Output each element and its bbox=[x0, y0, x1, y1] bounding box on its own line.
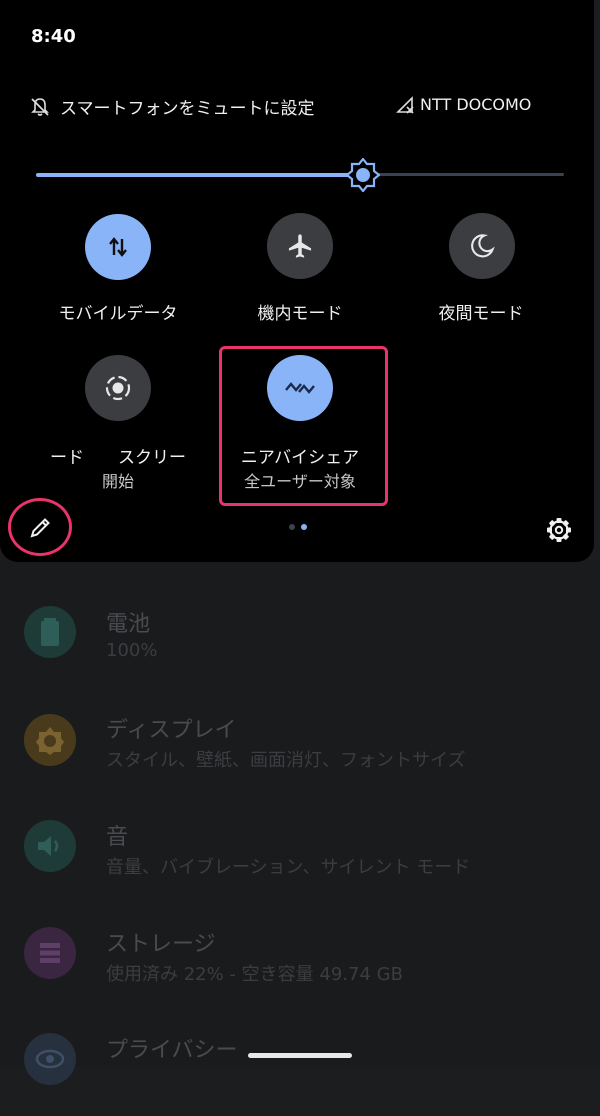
settings-list: 電池 100% ディスプレイ スタイル、壁紙、画面消灯、フォントサイズ 音 音量… bbox=[0, 560, 600, 1085]
settings-item-subtitle: 使用済み 22% - 空き容量 49.74 GB bbox=[106, 964, 403, 985]
sound-icon bbox=[24, 820, 76, 872]
settings-item-storage[interactable]: ストレージ 使用済み 22% - 空き容量 49.74 GB bbox=[0, 910, 600, 1010]
settings-item-title: プライバシー bbox=[106, 1038, 238, 1063]
settings-item-subtitle: 100% bbox=[106, 640, 158, 661]
screen-record-icon[interactable] bbox=[85, 355, 151, 421]
settings-item-subtitle: スタイル、壁紙、画面消灯、フォントサイズ bbox=[106, 750, 466, 771]
settings-item-title: 音 bbox=[106, 825, 129, 850]
mobile-data-icon[interactable] bbox=[85, 214, 151, 280]
highlight-nearby-share bbox=[219, 346, 388, 506]
carrier-info: NTT DOCOMO bbox=[396, 95, 531, 114]
settings-item-title: 電池 bbox=[106, 612, 151, 637]
mute-toggle[interactable]: スマートフォンをミュートに設定 bbox=[30, 94, 315, 119]
brightness-track-fill bbox=[36, 173, 362, 177]
settings-item-subtitle: 音量、バイブレーション、サイレント モード bbox=[106, 857, 471, 878]
tile-sublabel: 開始 bbox=[101, 472, 134, 491]
status-clock: 8:40 bbox=[31, 26, 76, 47]
pencil-icon[interactable] bbox=[27, 515, 53, 541]
mute-label: スマートフォンをミュートに設定 bbox=[60, 99, 315, 119]
signal-icon bbox=[396, 95, 414, 114]
bell-off-icon bbox=[31, 97, 49, 116]
tile-label: モバイルデータ bbox=[58, 304, 178, 324]
storage-icon bbox=[24, 927, 76, 979]
carrier-name: NTT DOCOMO bbox=[420, 95, 532, 114]
settings-item-privacy[interactable]: プライバシー bbox=[0, 1016, 600, 1116]
settings-item-display[interactable]: ディスプレイ スタイル、壁紙、画面消灯、フォントサイズ bbox=[0, 696, 600, 796]
tile-label: ード スクリー bbox=[50, 448, 186, 468]
brightness-track bbox=[362, 173, 564, 176]
settings-item-title: ディスプレイ bbox=[106, 718, 237, 743]
display-icon bbox=[24, 714, 76, 766]
privacy-icon bbox=[24, 1033, 76, 1085]
page-dot bbox=[289, 524, 295, 530]
settings-item-sound[interactable]: 音 音量、バイブレーション、サイレント モード bbox=[0, 803, 600, 903]
page-indicator bbox=[289, 524, 307, 530]
quick-settings-panel: 8:40 スマートフォンをミュートに設定 NTT DOCOMO モバイルデータ … bbox=[0, 0, 594, 562]
tile-label: 夜間モード bbox=[438, 304, 524, 324]
brightness-thumb-icon[interactable] bbox=[346, 158, 380, 192]
airplane-icon[interactable] bbox=[267, 213, 333, 279]
settings-item-battery[interactable]: 電池 100% bbox=[0, 590, 600, 690]
home-indicator[interactable] bbox=[248, 1053, 352, 1058]
moon-icon[interactable] bbox=[449, 213, 515, 279]
settings-item-title: ストレージ bbox=[106, 932, 216, 957]
tile-label: 機内モード bbox=[257, 304, 343, 324]
page-dot-active bbox=[301, 524, 307, 530]
battery-icon bbox=[24, 606, 76, 658]
gear-icon[interactable] bbox=[545, 516, 573, 544]
